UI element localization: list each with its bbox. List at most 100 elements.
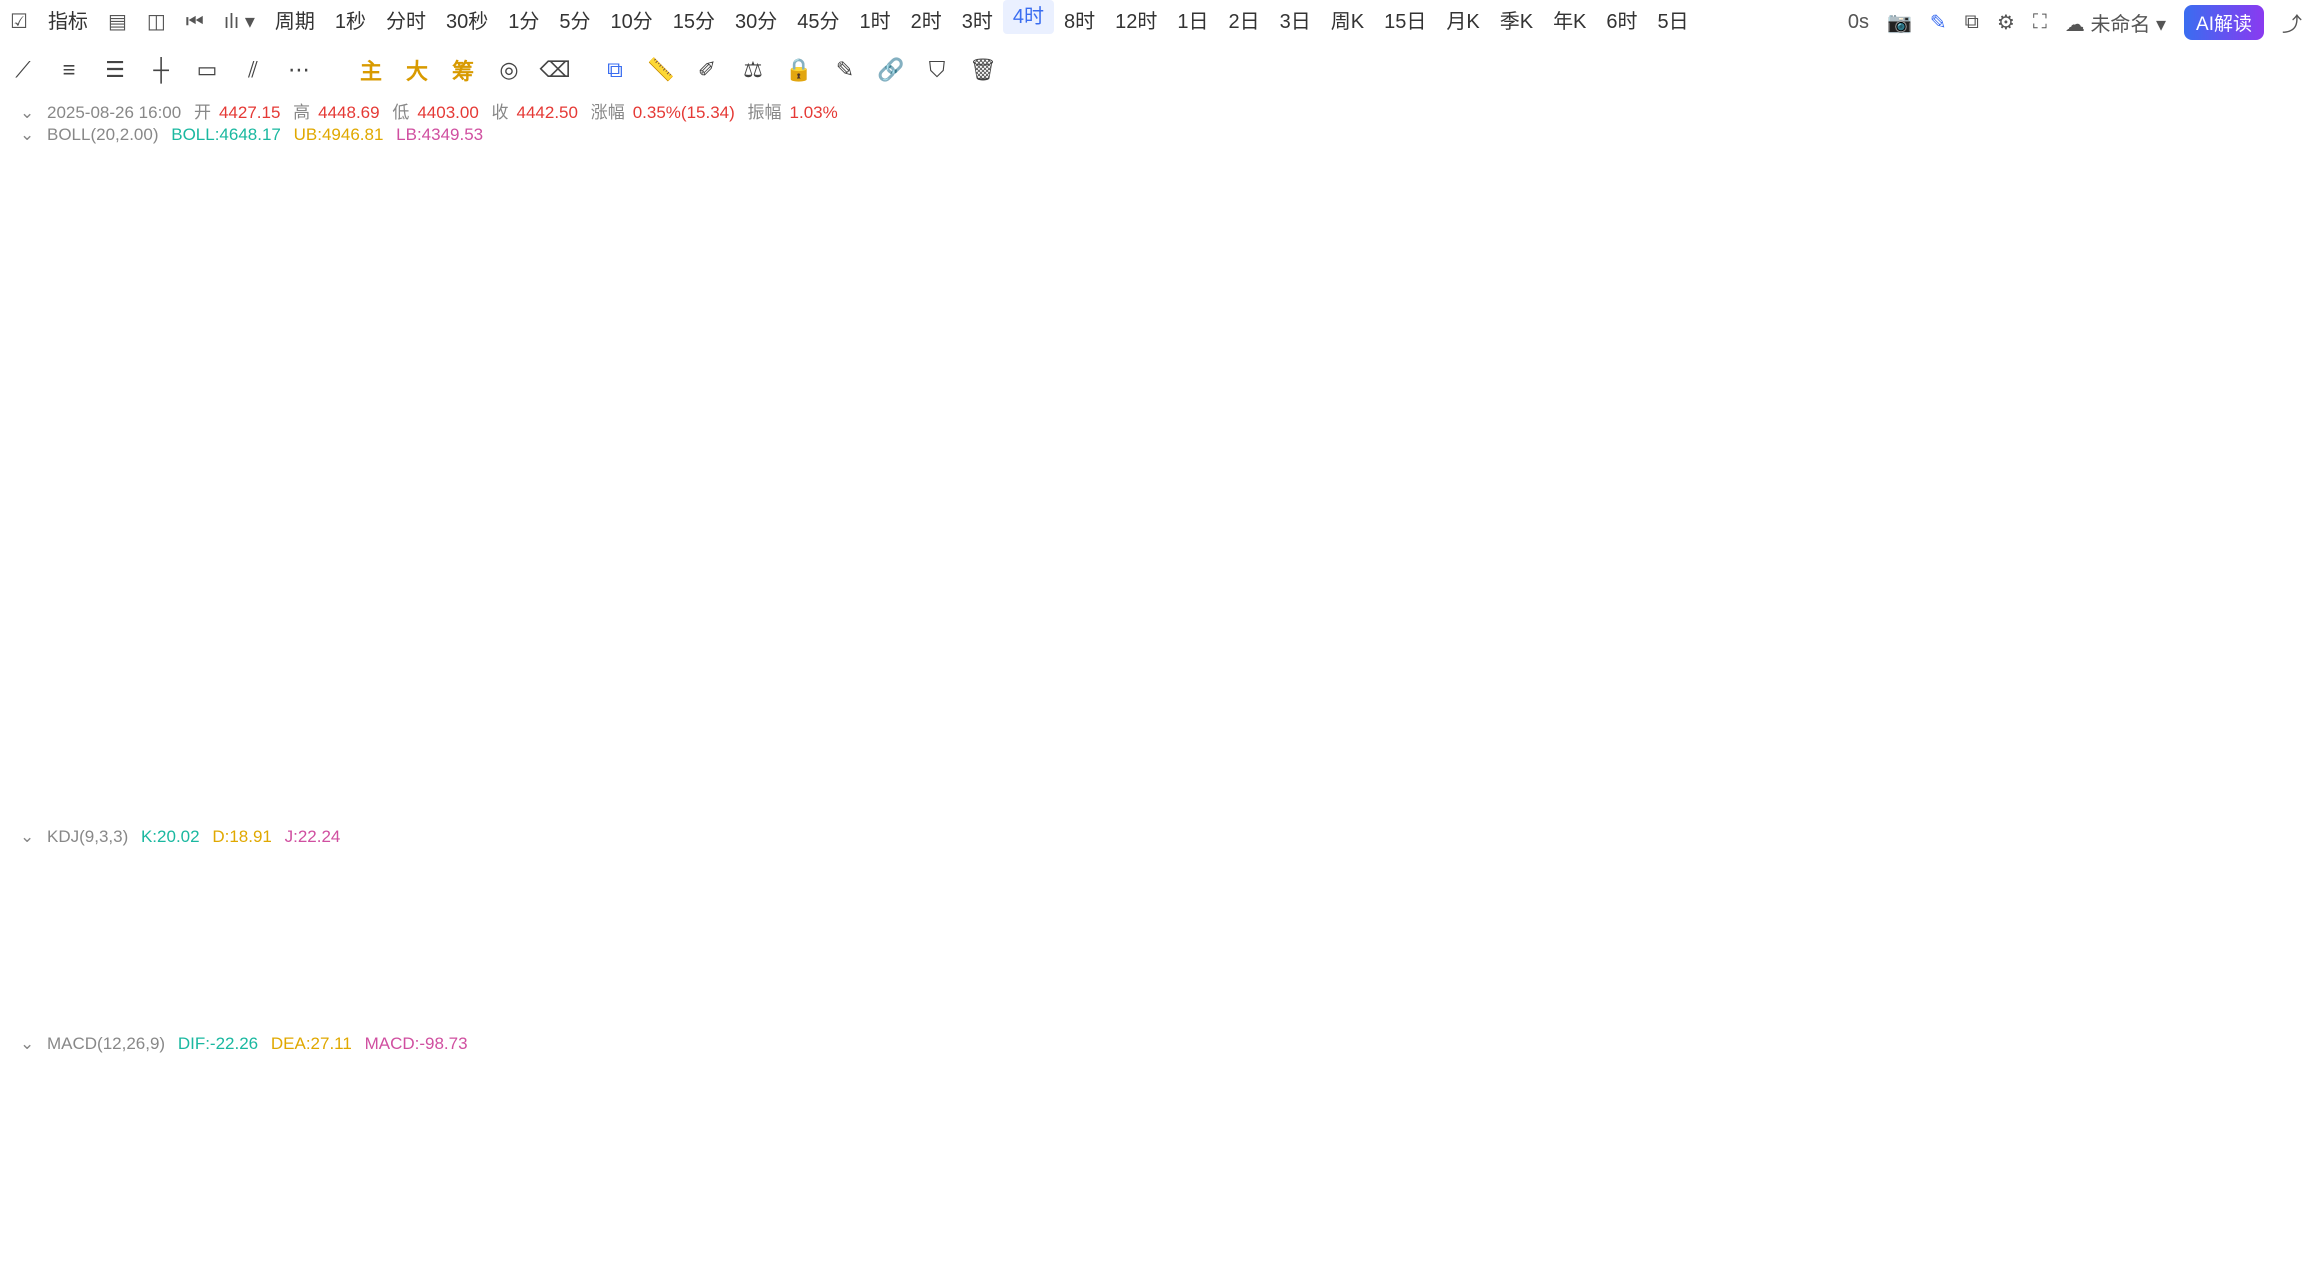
macd-bar <box>641 1115 661 1161</box>
price-tick-label: 3400.00 <box>2218 712 2283 732</box>
period-15分[interactable]: 15分 <box>663 0 725 44</box>
macd-bar <box>1023 1158 1042 1162</box>
camera-icon[interactable]: 📷 <box>1887 10 1912 35</box>
x-tick-label: 7月29 <box>283 1246 331 1266</box>
macd-bar <box>117 1158 137 1175</box>
chart-canvas[interactable]: 5200.00 5000.00 4800.00 4600.00 4400.00 4200.… <box>0 0 2312 1280</box>
share-icon[interactable]: ⤴ <box>2282 8 2302 37</box>
candle-body <box>214 555 231 573</box>
period-1秒[interactable]: 1秒 <box>325 0 376 44</box>
period-10分[interactable]: 10分 <box>601 0 663 44</box>
period-30秒[interactable]: 30秒 <box>436 0 498 44</box>
screen-icon[interactable]: ⧉ <box>1965 11 1979 34</box>
period-5日[interactable]: 5日 <box>1648 0 1699 44</box>
macd-bar <box>784 1103 804 1161</box>
parallel-lines-icon[interactable]: ≡ <box>46 57 92 83</box>
macd-bar <box>22 1158 42 1188</box>
filter-icon[interactable]: ⛉ <box>914 57 960 83</box>
note-icon[interactable]: ✎ <box>822 57 868 83</box>
period-1分[interactable]: 1分 <box>498 0 549 44</box>
trash-icon[interactable]: 🗑 <box>960 57 1006 83</box>
lock-icon[interactable]: 🔒 <box>776 57 822 83</box>
candle-body <box>1382 420 1398 445</box>
period-3时[interactable]: 3时 <box>952 0 1003 44</box>
change-label: 涨幅 <box>590 103 625 122</box>
horizontal-lines-icon[interactable]: ☰ <box>92 57 138 83</box>
indicator-button[interactable]: 指标 <box>38 0 98 44</box>
macd-bar <box>1642 1136 1662 1161</box>
period-dropdown[interactable]: 周期 <box>265 0 325 44</box>
macd-bar <box>618 1121 637 1161</box>
macd-bar <box>165 1158 185 1162</box>
period-2日[interactable]: 2日 <box>1219 0 1270 44</box>
macd-collapse-icon[interactable]: ⌄ <box>20 1034 34 1053</box>
candle-body <box>1525 420 1541 438</box>
pen-icon[interactable]: ✎ <box>1930 10 1947 35</box>
period-季K[interactable]: 季K <box>1490 0 1543 44</box>
candle-body <box>596 667 612 688</box>
period-12时[interactable]: 12时 <box>1105 0 1167 44</box>
settings-icon[interactable]: ⚙ <box>1997 10 2015 35</box>
cloud-name[interactable]: ☁ 未命名 ▾ <box>2065 8 2166 37</box>
period-8时[interactable]: 8时 <box>1054 0 1105 44</box>
period-分时[interactable]: 分时 <box>376 0 436 44</box>
kdj-collapse-icon[interactable]: ⌄ <box>20 827 34 846</box>
macd-bar <box>1571 1085 1590 1161</box>
price-tick-label: 4400.00 <box>2218 382 2283 402</box>
period-1日[interactable]: 1日 <box>1167 0 1218 44</box>
period-3日[interactable]: 3日 <box>1270 0 1321 44</box>
ohlc-info: ⌄ 2025-08-26 16:00 开 4427.15 高 4448.69 低 44… <box>20 98 846 123</box>
period-15日[interactable]: 15日 <box>1374 0 1436 44</box>
period-2时[interactable]: 2时 <box>901 0 952 44</box>
collapse-icon[interactable]: ⌄ <box>20 103 34 122</box>
indicator-icon[interactable]: ☑ <box>0 0 38 44</box>
candle-body <box>1620 246 1636 273</box>
main-force-button[interactable]: 主 <box>348 54 394 86</box>
ai-button[interactable]: AI解读 <box>2184 4 2264 40</box>
rewind-icon[interactable]: ⏮ <box>176 0 214 44</box>
horizontal-ray-icon[interactable]: ┼ <box>138 57 184 83</box>
candle-body <box>858 470 874 504</box>
big-order-button[interactable]: 大 <box>394 54 440 86</box>
layout-icon[interactable]: ◫ <box>137 0 176 44</box>
copy-icon[interactable]: ⧉ <box>592 57 638 83</box>
chip-button[interactable]: 筹 <box>440 54 486 86</box>
period-6时[interactable]: 6时 <box>1596 0 1647 44</box>
eraser-icon[interactable]: ⌫ <box>532 57 578 83</box>
period-4时[interactable]: 4时 <box>1002 0 1055 34</box>
fullscreen-icon[interactable]: ⛶ <box>2033 11 2047 34</box>
macd-bar <box>1189 1158 1209 1245</box>
candle-type-icon[interactable]: ılı ▾ <box>214 0 265 44</box>
period-list: 1秒 分时 30秒 1分 5分 10分 15分 30分 45分 1时 2时 3时 4时 8时 12时 1日 2日… <box>325 0 1699 44</box>
macd-bar <box>951 1109 971 1161</box>
period-年K[interactable]: 年K <box>1543 0 1596 44</box>
fib-icon[interactable]: ⫽ <box>230 57 276 83</box>
candle-body <box>1501 420 1517 448</box>
link-icon[interactable]: 🔗 <box>868 57 914 83</box>
price-tick-label: 5200.00 <box>2218 119 2283 139</box>
calendar-icon[interactable]: ▤ <box>98 0 137 44</box>
magnet-icon[interactable]: ◎ <box>486 57 532 83</box>
period-周K[interactable]: 周K <box>1321 0 1374 44</box>
candle-body <box>1358 374 1374 421</box>
rectangle-icon[interactable]: ▭ <box>184 57 230 83</box>
candle-body <box>1334 351 1350 375</box>
macd-tick-label: 200.00 <box>2218 1041 2273 1061</box>
period-45分[interactable]: 45分 <box>787 0 849 44</box>
period-5分[interactable]: 5分 <box>549 0 600 44</box>
macd-bar <box>1261 1158 1281 1237</box>
compare-icon[interactable]: ⚖ <box>730 57 776 83</box>
more-icon[interactable]: ⋯ <box>276 57 322 83</box>
boll-collapse-icon[interactable]: ⌄ <box>20 125 34 144</box>
trend-line-icon[interactable]: ⟋ <box>0 57 46 83</box>
ruler-icon[interactable]: 📏 <box>638 57 684 83</box>
candle-body <box>1572 424 1589 445</box>
macd-bar <box>260 1158 280 1173</box>
period-30分[interactable]: 30分 <box>725 0 787 44</box>
macd-bar <box>1690 1158 1710 1190</box>
candle-body <box>119 621 135 626</box>
period-1时[interactable]: 1时 <box>850 0 901 44</box>
candle-body <box>1477 447 1493 487</box>
brush-icon[interactable]: ✐ <box>684 57 730 83</box>
period-月K[interactable]: 月K <box>1436 0 1489 44</box>
